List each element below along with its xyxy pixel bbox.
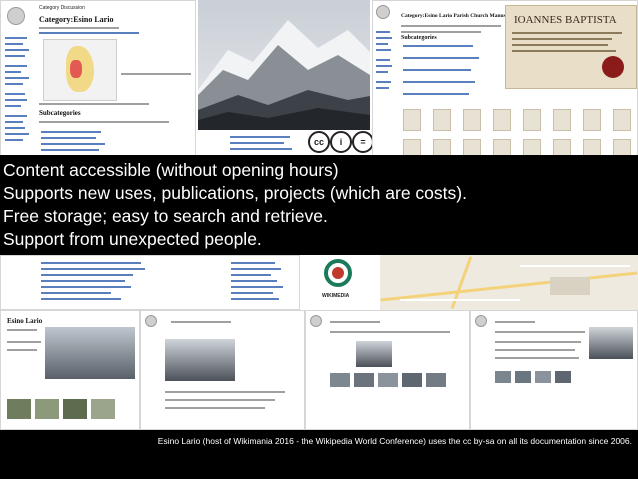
wikipedia-logo-icon xyxy=(475,315,487,327)
overlay-line-4: Support from unexpected people. xyxy=(3,229,262,249)
wikipedia-logo-icon xyxy=(310,315,322,327)
overlay-line-2: Supports new uses, publications, project… xyxy=(3,183,467,203)
map-screenshot[interactable] xyxy=(380,255,638,310)
wikimedia-label: WIKIMEDIA xyxy=(322,293,350,299)
manuscripts-category-screenshot: Category:Esino Lario Parish Church Manus… xyxy=(372,0,638,160)
file-photo[interactable] xyxy=(165,339,235,381)
caption-bar: Esino Lario (host of Wikimania 2016 - th… xyxy=(0,430,638,479)
wikimedia-commons-logo-icon xyxy=(7,7,25,25)
commons-category-screenshot: Category Discussion Category:Esino Lario… xyxy=(0,0,196,160)
manuscript-heading: IOANNES BAPTISTA xyxy=(514,14,617,26)
category-list-screenshot-lower xyxy=(0,255,300,310)
subcategories-heading: Subcategories xyxy=(39,109,81,117)
article-photo[interactable] xyxy=(589,327,633,359)
wikipedia-article-screenshot-2 xyxy=(470,310,638,430)
wikimedia-commons-logo-icon xyxy=(145,315,157,327)
tab-category[interactable]: Category Discussion xyxy=(39,5,85,11)
wax-seal-icon xyxy=(602,56,624,78)
location-map-image[interactable] xyxy=(43,39,117,101)
overlay-line-1: Content accessible (without opening hour… xyxy=(3,160,339,180)
wikimania-logo: WIKIMEDIA xyxy=(300,255,380,310)
subcategories-heading: Subcategories xyxy=(401,35,437,41)
overlay-line-3: Free storage; easy to search and retriev… xyxy=(3,206,328,226)
share-alike-icon: = xyxy=(352,131,374,153)
article-photo[interactable] xyxy=(356,341,392,367)
mountain-illustration xyxy=(198,20,370,130)
wikimedia-commons-logo-icon xyxy=(376,5,390,19)
gallery-main-photo[interactable] xyxy=(45,327,135,379)
gallery-title: Esino Lario xyxy=(7,317,43,325)
page-title: Category:Esino Lario Parish Church Manus… xyxy=(401,13,520,19)
caption-text: Esino Lario (host of Wikimania 2016 - th… xyxy=(157,436,632,446)
mountain-photo[interactable] xyxy=(198,0,370,130)
commons-gallery-screenshot: Esino Lario xyxy=(0,310,140,430)
commons-file-screenshot xyxy=(140,310,305,430)
overlay-text-band: Content accessible (without opening hour… xyxy=(0,155,638,255)
attribution-icon: i xyxy=(330,131,352,153)
wikipedia-article-screenshot xyxy=(305,310,470,430)
cc-icon: cc xyxy=(308,131,330,153)
page-title: Category:Esino Lario xyxy=(39,15,114,24)
manuscript-image[interactable]: IOANNES BAPTISTA xyxy=(505,5,637,89)
